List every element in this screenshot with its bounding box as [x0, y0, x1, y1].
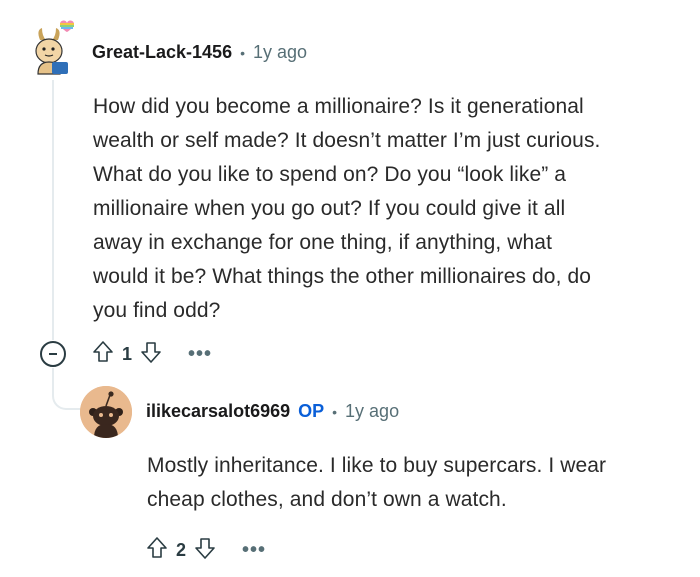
reply-line: Mostly inheritance. I like to buy superc… — [147, 454, 607, 477]
user-avatar[interactable] — [30, 18, 78, 76]
comment-line: How did you become a millionaire? Is it … — [93, 95, 584, 118]
upvote-arrow-icon — [147, 537, 167, 558]
comment-line: you find odd? — [93, 299, 221, 322]
comment-body: How did you become a millionaire? Is it … — [93, 90, 683, 328]
upvote-button[interactable] — [92, 340, 114, 369]
comment-line: What do you like to spend on? Do you “lo… — [93, 163, 567, 186]
comment-line: wealth or self made? It doesn’t matter I… — [93, 129, 601, 152]
reply-upvote-button[interactable] — [146, 536, 168, 565]
reply-connector — [52, 368, 80, 410]
downvote-arrow-icon — [141, 342, 161, 363]
reply-body: Mostly inheritance. I like to buy superc… — [147, 449, 687, 517]
reply-downvote-button[interactable] — [194, 536, 216, 565]
comment-line: millionaire when you go out? If you coul… — [93, 197, 566, 220]
reply-vote-count: 2 — [176, 540, 187, 560]
vote-count: 1 — [122, 344, 133, 364]
reply-more-options-button[interactable]: ••• — [242, 539, 266, 562]
more-options-button[interactable]: ••• — [188, 343, 212, 366]
reply-timestamp[interactable]: 1y ago — [345, 401, 399, 422]
op-badge: OP — [298, 401, 325, 421]
upvote-arrow-icon — [93, 341, 113, 362]
comment-username[interactable]: Great-Lack-1456 — [92, 42, 232, 63]
comment-line: would it be? What things the other milli… — [93, 265, 592, 288]
reply-line: cheap clothes, and don’t own a watch. — [147, 488, 507, 511]
downvote-button[interactable] — [140, 340, 162, 369]
reply-user-avatar[interactable] — [80, 386, 132, 438]
meta-separator: • — [332, 403, 338, 420]
collapse-thread-button[interactable] — [40, 341, 66, 367]
meta-separator: • — [240, 44, 245, 61]
thread-line — [52, 80, 54, 340]
comment-timestamp[interactable]: 1y ago — [253, 42, 307, 63]
collapse-icon — [49, 353, 57, 355]
downvote-arrow-icon — [195, 538, 215, 559]
comment-line: away in exchange for one thing, if anyth… — [93, 231, 553, 254]
reply-username[interactable]: ilikecarsalot6969 — [146, 401, 290, 422]
